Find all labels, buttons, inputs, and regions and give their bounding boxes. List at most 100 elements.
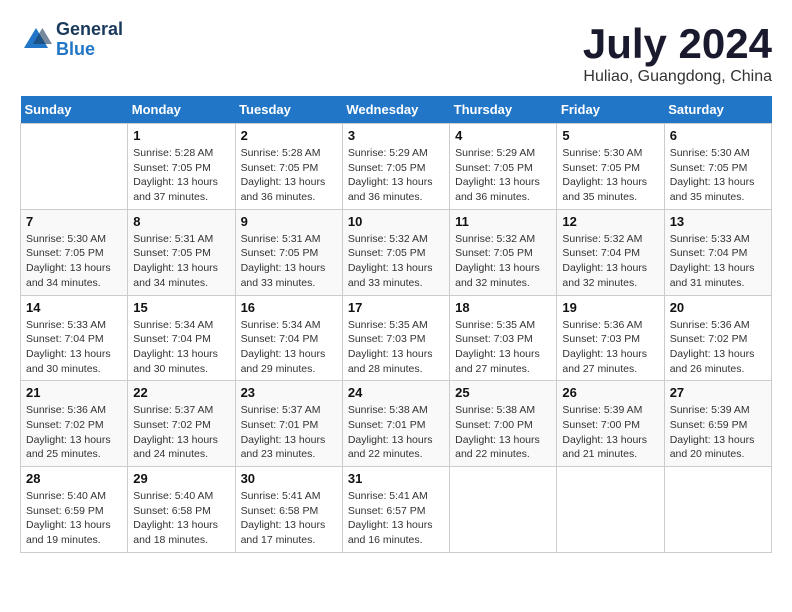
day-info: Sunrise: 5:29 AMSunset: 7:05 PMDaylight:… <box>455 146 551 205</box>
day-number: 15 <box>133 300 229 315</box>
day-cell: 2 Sunrise: 5:28 AMSunset: 7:05 PMDaylight… <box>235 124 342 210</box>
week-row-4: 21 Sunrise: 5:36 AMSunset: 7:02 PMDayligh… <box>21 381 772 467</box>
day-number: 31 <box>348 471 444 486</box>
day-info: Sunrise: 5:36 AMSunset: 7:02 PMDaylight:… <box>26 403 122 462</box>
day-cell: 23 Sunrise: 5:37 AMSunset: 7:01 PMDayligh… <box>235 381 342 467</box>
day-number: 28 <box>26 471 122 486</box>
day-number: 13 <box>670 214 766 229</box>
day-number: 30 <box>241 471 337 486</box>
day-header-monday: Monday <box>128 96 235 124</box>
day-number: 26 <box>562 385 658 400</box>
day-cell: 30 Sunrise: 5:41 AMSunset: 6:58 PMDayligh… <box>235 467 342 553</box>
week-row-5: 28 Sunrise: 5:40 AMSunset: 6:59 PMDayligh… <box>21 467 772 553</box>
logo-general: General <box>56 20 123 40</box>
day-number: 21 <box>26 385 122 400</box>
day-cell: 24Sunrise: 5:38 AMSunset: 7:01 PMDayligh… <box>342 381 449 467</box>
day-cell: 22Sunrise: 5:37 AMSunset: 7:02 PMDayligh… <box>128 381 235 467</box>
day-cell: 18 Sunrise: 5:35 AMSunset: 7:03 PMDayligh… <box>450 295 557 381</box>
logo: General Blue <box>20 20 123 60</box>
day-number: 4 <box>455 128 551 143</box>
day-info: Sunrise: 5:34 AMSunset: 7:04 PMDaylight:… <box>133 318 229 377</box>
day-number: 19 <box>562 300 658 315</box>
day-info: Sunrise: 5:32 AMSunset: 7:05 PMDaylight:… <box>455 232 551 291</box>
day-cell: 16 Sunrise: 5:34 AMSunset: 7:04 PMDayligh… <box>235 295 342 381</box>
day-info: Sunrise: 5:33 AMSunset: 7:04 PMDaylight:… <box>26 318 122 377</box>
day-info: Sunrise: 5:39 AMSunset: 7:00 PMDaylight:… <box>562 403 658 462</box>
day-cell: 31Sunrise: 5:41 AMSunset: 6:57 PMDayligh… <box>342 467 449 553</box>
day-header-sunday: Sunday <box>21 96 128 124</box>
day-cell: 10Sunrise: 5:32 AMSunset: 7:05 PMDayligh… <box>342 209 449 295</box>
day-cell: 7Sunrise: 5:30 AMSunset: 7:05 PMDaylight… <box>21 209 128 295</box>
day-info: Sunrise: 5:34 AMSunset: 7:04 PMDaylight:… <box>241 318 337 377</box>
day-info: Sunrise: 5:37 AMSunset: 7:01 PMDaylight:… <box>241 403 337 462</box>
day-number: 23 <box>241 385 337 400</box>
day-info: Sunrise: 5:39 AMSunset: 6:59 PMDaylight:… <box>670 403 766 462</box>
logo-blue: Blue <box>56 40 123 60</box>
day-info: Sunrise: 5:38 AMSunset: 7:00 PMDaylight:… <box>455 403 551 462</box>
day-info: Sunrise: 5:31 AMSunset: 7:05 PMDaylight:… <box>133 232 229 291</box>
day-info: Sunrise: 5:40 AMSunset: 6:59 PMDaylight:… <box>26 489 122 548</box>
day-number: 8 <box>133 214 229 229</box>
day-info: Sunrise: 5:36 AMSunset: 7:03 PMDaylight:… <box>562 318 658 377</box>
day-info: Sunrise: 5:40 AMSunset: 6:58 PMDaylight:… <box>133 489 229 548</box>
day-cell: 15 Sunrise: 5:34 AMSunset: 7:04 PMDayligh… <box>128 295 235 381</box>
days-header-row: SundayMondayTuesdayWednesdayThursdayFrid… <box>21 96 772 124</box>
day-info: Sunrise: 5:32 AMSunset: 7:04 PMDaylight:… <box>562 232 658 291</box>
day-number: 9 <box>241 214 337 229</box>
day-number: 5 <box>562 128 658 143</box>
day-number: 25 <box>455 385 551 400</box>
day-cell: 3Sunrise: 5:29 AMSunset: 7:05 PMDaylight… <box>342 124 449 210</box>
week-row-3: 14 Sunrise: 5:33 AMSunset: 7:04 PMDayligh… <box>21 295 772 381</box>
day-info: Sunrise: 5:33 AMSunset: 7:04 PMDaylight:… <box>670 232 766 291</box>
day-cell: 5Sunrise: 5:30 AMSunset: 7:05 PMDaylight… <box>557 124 664 210</box>
title-block: July 2024 Huliao, Guangdong, China <box>583 20 772 86</box>
day-header-saturday: Saturday <box>664 96 771 124</box>
day-info: Sunrise: 5:38 AMSunset: 7:01 PMDaylight:… <box>348 403 444 462</box>
day-cell: 21 Sunrise: 5:36 AMSunset: 7:02 PMDayligh… <box>21 381 128 467</box>
day-number: 16 <box>241 300 337 315</box>
day-cell: 27 Sunrise: 5:39 AMSunset: 6:59 PMDayligh… <box>664 381 771 467</box>
day-number: 6 <box>670 128 766 143</box>
day-cell: 25 Sunrise: 5:38 AMSunset: 7:00 PMDayligh… <box>450 381 557 467</box>
day-cell: 28 Sunrise: 5:40 AMSunset: 6:59 PMDayligh… <box>21 467 128 553</box>
day-info: Sunrise: 5:35 AMSunset: 7:03 PMDaylight:… <box>455 318 551 377</box>
day-cell: 1Sunrise: 5:28 AMSunset: 7:05 PMDaylight… <box>128 124 235 210</box>
logo-icon <box>20 24 52 56</box>
day-info: Sunrise: 5:41 AMSunset: 6:58 PMDaylight:… <box>241 489 337 548</box>
day-cell: 13 Sunrise: 5:33 AMSunset: 7:04 PMDayligh… <box>664 209 771 295</box>
day-cell: 19 Sunrise: 5:36 AMSunset: 7:03 PMDayligh… <box>557 295 664 381</box>
day-number: 18 <box>455 300 551 315</box>
day-number: 2 <box>241 128 337 143</box>
day-cell: 6Sunrise: 5:30 AMSunset: 7:05 PMDaylight… <box>664 124 771 210</box>
location: Huliao, Guangdong, China <box>583 68 772 86</box>
day-number: 3 <box>348 128 444 143</box>
day-cell: 4 Sunrise: 5:29 AMSunset: 7:05 PMDaylight… <box>450 124 557 210</box>
day-cell: 20 Sunrise: 5:36 AMSunset: 7:02 PMDayligh… <box>664 295 771 381</box>
day-number: 7 <box>26 214 122 229</box>
day-number: 12 <box>562 214 658 229</box>
day-number: 14 <box>26 300 122 315</box>
day-number: 27 <box>670 385 766 400</box>
day-info: Sunrise: 5:36 AMSunset: 7:02 PMDaylight:… <box>670 318 766 377</box>
week-row-2: 7Sunrise: 5:30 AMSunset: 7:05 PMDaylight… <box>21 209 772 295</box>
calendar-table: SundayMondayTuesdayWednesdayThursdayFrid… <box>20 96 772 553</box>
day-header-friday: Friday <box>557 96 664 124</box>
day-info: Sunrise: 5:28 AMSunset: 7:05 PMDaylight:… <box>241 146 337 205</box>
day-info: Sunrise: 5:28 AMSunset: 7:05 PMDaylight:… <box>133 146 229 205</box>
day-number: 20 <box>670 300 766 315</box>
day-info: Sunrise: 5:35 AMSunset: 7:03 PMDaylight:… <box>348 318 444 377</box>
day-cell <box>664 467 771 553</box>
day-info: Sunrise: 5:32 AMSunset: 7:05 PMDaylight:… <box>348 232 444 291</box>
day-info: Sunrise: 5:37 AMSunset: 7:02 PMDaylight:… <box>133 403 229 462</box>
day-number: 11 <box>455 214 551 229</box>
day-cell: 9Sunrise: 5:31 AMSunset: 7:05 PMDaylight… <box>235 209 342 295</box>
logo-text: General Blue <box>56 20 123 60</box>
week-row-1: 1Sunrise: 5:28 AMSunset: 7:05 PMDaylight… <box>21 124 772 210</box>
day-cell: 12 Sunrise: 5:32 AMSunset: 7:04 PMDayligh… <box>557 209 664 295</box>
month-title: July 2024 <box>583 20 772 68</box>
day-cell <box>557 467 664 553</box>
day-cell: 11 Sunrise: 5:32 AMSunset: 7:05 PMDayligh… <box>450 209 557 295</box>
day-cell: 17Sunrise: 5:35 AMSunset: 7:03 PMDayligh… <box>342 295 449 381</box>
day-header-wednesday: Wednesday <box>342 96 449 124</box>
day-cell <box>21 124 128 210</box>
